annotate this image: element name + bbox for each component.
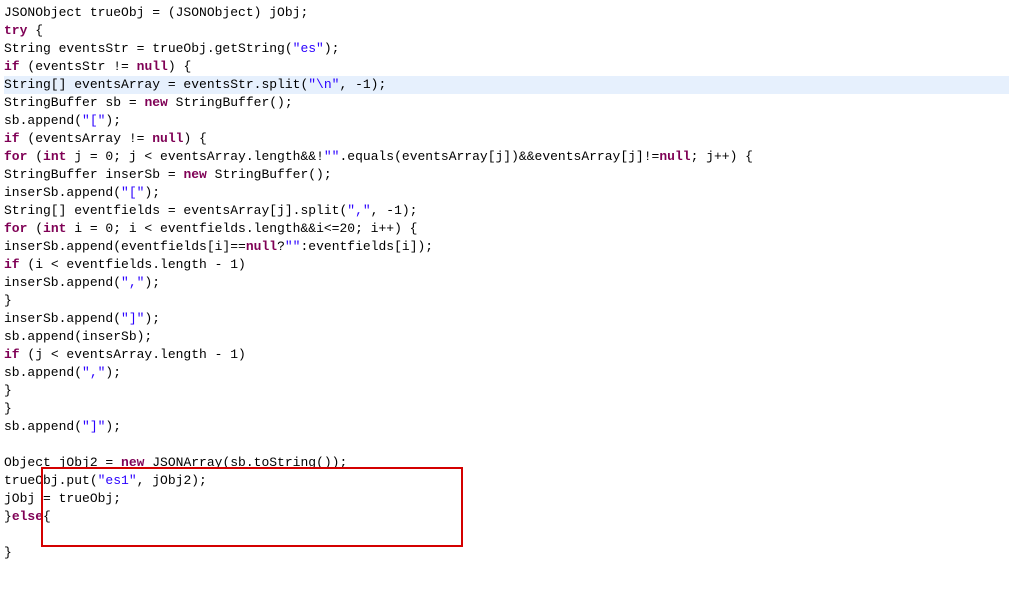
code-line <box>4 436 1009 454</box>
code-line: } <box>4 292 1009 310</box>
code-line: } <box>4 544 1009 562</box>
code-line: String[] eventfields = eventsArray[j].sp… <box>4 202 1009 220</box>
code-line-highlighted: String[] eventsArray = eventsStr.split("… <box>4 76 1009 94</box>
code-line: inserSb.append(eventfields[i]==null?"":e… <box>4 238 1009 256</box>
code-line: }else{ <box>4 508 1009 526</box>
code-line: sb.append(","); <box>4 364 1009 382</box>
code-line: } <box>4 382 1009 400</box>
code-line: inserSb.append("["); <box>4 184 1009 202</box>
code-line: for (int i = 0; i < eventfields.length&&… <box>4 220 1009 238</box>
code-line: for (int j = 0; j < eventsArray.length&&… <box>4 148 1009 166</box>
code-line: inserSb.append("]"); <box>4 310 1009 328</box>
code-line: if (j < eventsArray.length - 1) <box>4 346 1009 364</box>
code-line: String eventsStr = trueObj.getString("es… <box>4 40 1009 58</box>
code-line: StringBuffer sb = new StringBuffer(); <box>4 94 1009 112</box>
code-line: JSONObject trueObj = (JSONObject) jObj; <box>4 4 1009 22</box>
code-line: jObj = trueObj; <box>4 490 1009 508</box>
code-line <box>4 526 1009 544</box>
code-line: if (eventsArray != null) { <box>4 130 1009 148</box>
code-line: inserSb.append(","); <box>4 274 1009 292</box>
code-line: sb.append("]"); <box>4 418 1009 436</box>
code-line: StringBuffer inserSb = new StringBuffer(… <box>4 166 1009 184</box>
code-line: if (eventsStr != null) { <box>4 58 1009 76</box>
code-line: } <box>4 400 1009 418</box>
code-line: if (i < eventfields.length - 1) <box>4 256 1009 274</box>
code-block: JSONObject trueObj = (JSONObject) jObj; … <box>4 4 1009 562</box>
code-line: sb.append(inserSb); <box>4 328 1009 346</box>
code-line: sb.append("["); <box>4 112 1009 130</box>
code-line: trueObj.put("es1", jObj2); <box>4 472 1009 490</box>
code-line: Object jObj2 = new JSONArray(sb.toString… <box>4 454 1009 472</box>
code-line: try { <box>4 22 1009 40</box>
